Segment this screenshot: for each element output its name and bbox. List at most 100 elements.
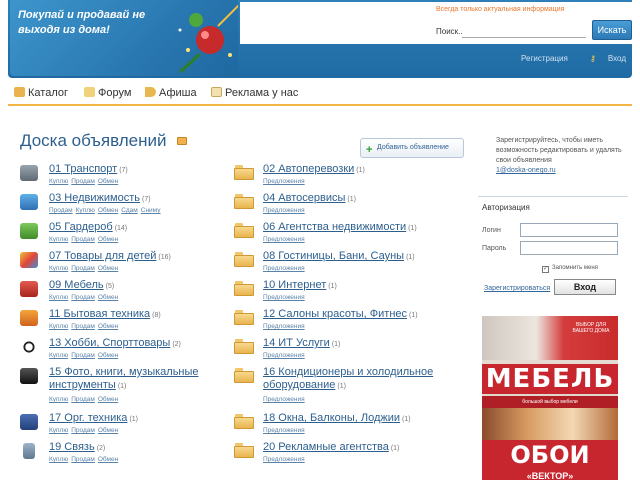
sub-link[interactable]: Куплю [49, 427, 68, 434]
sub-link[interactable]: Куплю [49, 294, 68, 301]
category-title: 08 Гостиницы, Бани, Сауны [263, 250, 405, 262]
category-subs: Куплю Продам Обмен [49, 294, 121, 301]
remember-checkbox[interactable]: ✓ [542, 266, 549, 273]
search-input[interactable] [462, 22, 586, 38]
sub-link[interactable]: Предложения [263, 323, 305, 330]
sub-link[interactable]: Обмен [98, 396, 118, 403]
category-link[interactable]: 11 Бытовая техника (8) [49, 308, 161, 320]
sub-link[interactable]: Продам [71, 427, 95, 434]
sub-link[interactable]: Продам [71, 294, 95, 301]
category-link[interactable]: 03 Недвижимость (7) [49, 192, 151, 204]
nav-afisha-label: Афиша [159, 87, 197, 99]
sub-link[interactable]: Куплю [49, 236, 68, 243]
sub-link[interactable]: Предложения [263, 265, 305, 272]
sub-link[interactable]: Продам [71, 323, 95, 330]
category-link[interactable]: 04 Автосервисы (1) [263, 192, 356, 204]
nav-forum[interactable]: Форум [84, 87, 131, 99]
sub-link[interactable]: Куплю [49, 265, 68, 272]
sub-link[interactable]: Продам [49, 207, 73, 214]
contact-email-link[interactable]: 1@doska-onego.ru [496, 167, 556, 174]
sub-link[interactable]: Обмен [98, 323, 118, 330]
sub-link[interactable]: Обмен [98, 352, 118, 359]
category-subs: Куплю Продам Обмен [49, 352, 121, 359]
category-link[interactable]: 12 Салоны красоты, Фитнес (1) [263, 308, 418, 320]
category-link[interactable]: 16 Кондиционеры и холодильное оборудован… [263, 366, 453, 393]
nav-advertising[interactable]: Реклама у нас [211, 87, 298, 99]
sub-link[interactable]: Предложения [263, 456, 305, 463]
sub-link[interactable]: Обмен [98, 427, 118, 434]
sub-link[interactable]: Обмен [98, 265, 118, 272]
search-button[interactable]: Искать [592, 20, 632, 40]
login-button[interactable]: Вход [554, 279, 616, 295]
category-link[interactable]: 09 Мебель (5) [49, 279, 114, 291]
register-link[interactable]: Регистрация [521, 54, 568, 63]
category-title: 16 Кондиционеры и холодильное оборудован… [263, 366, 434, 391]
category-link[interactable]: 15 Фото, книги, музыкальные инструменты(… [49, 366, 229, 393]
sub-link[interactable]: Обмен [98, 236, 118, 243]
remember-me[interactable]: ✓ Запомнить меня [542, 265, 598, 273]
sub-link[interactable]: Продам [71, 396, 95, 403]
rss-icon[interactable] [177, 137, 187, 145]
building-icon [20, 194, 38, 210]
sub-link[interactable]: Куплю [49, 456, 68, 463]
category-link[interactable]: 05 Гардероб (14) [49, 221, 127, 233]
category-count: (7) [119, 167, 128, 174]
category-link[interactable]: 08 Гостиницы, Бани, Сауны (1) [263, 250, 415, 262]
sub-link[interactable]: Куплю [49, 396, 68, 403]
sub-link[interactable]: Обмен [98, 294, 118, 301]
category-title: 02 Автоперевозки [263, 163, 355, 175]
header-banner[interactable]: Покупай и продавай не выходя из дома! [10, 0, 238, 76]
sub-link[interactable]: Сниму [141, 207, 161, 214]
sub-link[interactable]: Предложения [263, 178, 305, 185]
category-link[interactable]: 19 Связь (2) [49, 441, 105, 453]
ad-middle-image [482, 408, 618, 440]
ad-description: большой выбор мебели [482, 396, 618, 408]
sub-link[interactable]: Куплю [49, 323, 68, 330]
register-link[interactable]: Зарегистрироваться [484, 285, 550, 292]
plus-icon: + [366, 144, 373, 156]
category-title: 11 Бытовая техника [49, 308, 151, 320]
sub-link[interactable]: Предложения [263, 207, 305, 214]
category-link[interactable]: 10 Интернет (1) [263, 279, 337, 291]
login-link[interactable]: ⚷ Вход [580, 54, 626, 63]
category-count: (2) [172, 341, 181, 348]
sub-link[interactable]: Предложения [263, 352, 305, 359]
category-link[interactable]: 01 Транспорт (7) [49, 163, 128, 175]
sub-link[interactable]: Сдам [121, 207, 138, 214]
sub-link[interactable]: Продам [71, 236, 95, 243]
category-link[interactable]: 07 Товары для детей (16) [49, 250, 171, 262]
advertisement-banner[interactable]: ВЫБОР ДЛЯ ВАШЕГО ДОМА МЕБЕЛЬ большой выб… [482, 316, 618, 480]
sub-link[interactable]: Куплю [49, 352, 68, 359]
sub-link[interactable]: Продам [71, 352, 95, 359]
category-link[interactable]: 18 Окна, Балконы, Лоджии (1) [263, 412, 411, 424]
sub-link[interactable]: Обмен [98, 178, 118, 185]
sub-link[interactable]: Обмен [98, 207, 118, 214]
advertising-icon [211, 87, 222, 97]
sub-link[interactable]: Куплю [76, 207, 95, 214]
category-link[interactable]: 13 Хобби, Спорттовары (2) [49, 337, 181, 349]
category-link[interactable]: 14 ИТ Услуги (1) [263, 337, 340, 349]
sub-link[interactable]: Продам [71, 265, 95, 272]
category-link[interactable]: 06 Агентства недвижимости (1) [263, 221, 417, 233]
nav-catalog[interactable]: Каталог [14, 87, 68, 99]
sub-link[interactable]: Предложения [263, 427, 305, 434]
nav-catalog-label: Каталог [28, 87, 68, 99]
folder-icon [234, 368, 254, 383]
sub-link[interactable]: Продам [71, 456, 95, 463]
category-link[interactable]: 20 Рекламные агентства (1) [263, 441, 399, 453]
nav-afisha[interactable]: Афиша [145, 87, 197, 99]
login-input[interactable] [520, 223, 618, 237]
sub-link[interactable]: Обмен [98, 456, 118, 463]
sub-link[interactable]: Предложения [263, 396, 305, 403]
sub-link[interactable]: Предложения [263, 236, 305, 243]
sub-link[interactable]: Куплю [49, 178, 68, 185]
category-title: 14 ИТ Услуги [263, 337, 330, 349]
category-link[interactable]: 02 Автоперевозки (1) [263, 163, 365, 175]
sub-link[interactable]: Продам [71, 178, 95, 185]
category-link[interactable]: 17 Орг. техника (1) [49, 412, 138, 424]
category-count: (1) [402, 416, 411, 423]
password-input[interactable] [520, 241, 618, 255]
add-listing-button[interactable]: + Добавить объявление [360, 138, 464, 158]
sub-link[interactable]: Предложения [263, 294, 305, 301]
nav-advertising-label: Реклама у нас [225, 87, 299, 99]
